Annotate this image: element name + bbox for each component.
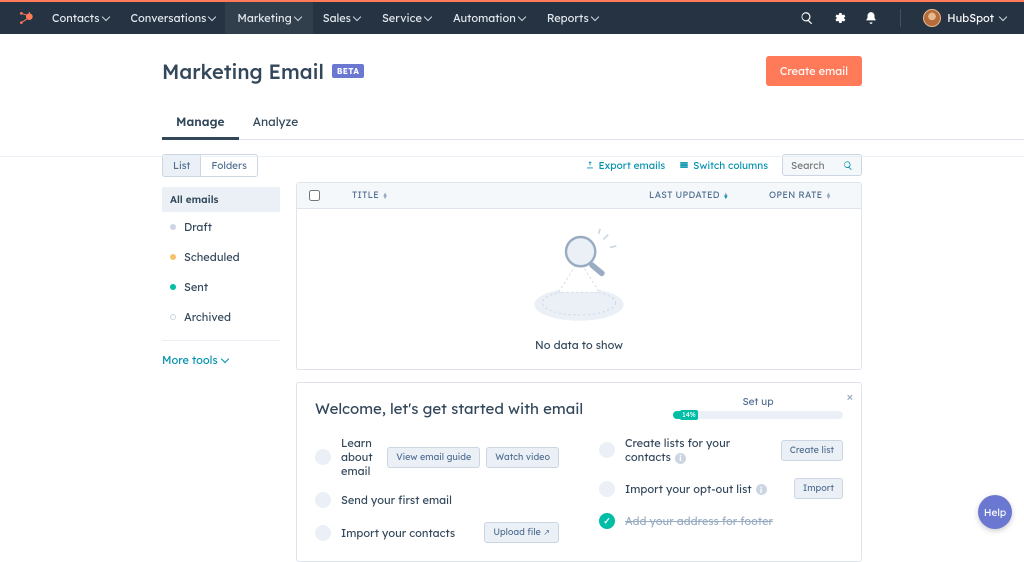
tab-analyze[interactable]: Analyze (239, 104, 313, 139)
chevron-down-icon (518, 12, 526, 20)
task-label: Import your contacts (341, 526, 474, 540)
task-label: Send your first email (341, 493, 559, 507)
nav-item-contacts[interactable]: Contacts (52, 11, 109, 25)
account-menu[interactable]: HubSpot (923, 9, 1006, 27)
sort-icon: ▲▼ (723, 193, 729, 199)
select-all-checkbox[interactable] (309, 190, 320, 201)
col-last-updated[interactable]: LAST UPDATED ▲▼ (649, 190, 769, 201)
col-open-rate[interactable]: OPEN RATE ▲▼ (769, 190, 849, 201)
empty-state-text: No data to show (535, 338, 623, 352)
nav-item-conversations[interactable]: Conversations (131, 11, 216, 25)
more-tools-link[interactable]: More tools (162, 353, 280, 367)
info-icon[interactable]: i (675, 453, 686, 464)
chevron-down-icon (353, 12, 361, 20)
search-field[interactable] (791, 159, 843, 172)
close-icon[interactable]: × (847, 389, 853, 405)
beta-badge: BETA (332, 64, 364, 78)
account-label: HubSpot (947, 11, 994, 25)
filter-archived[interactable]: Archived (162, 302, 280, 332)
search-icon (843, 160, 853, 171)
view-toggle: List Folders (162, 154, 258, 177)
check-empty-icon (315, 525, 331, 541)
setup-label: Set up (673, 395, 843, 408)
task-label: Create lists for your contactsi (625, 436, 771, 464)
task-item: Send your first email (315, 492, 559, 508)
filter-sent[interactable]: Sent (162, 272, 280, 302)
chevron-down-icon (591, 12, 599, 20)
nav-item-automation[interactable]: Automation (453, 11, 525, 25)
chevron-down-icon (101, 12, 109, 20)
empty-state-illustration (514, 226, 644, 326)
hubspot-logo[interactable] (18, 10, 34, 26)
task-action-button[interactable]: Import (794, 478, 843, 499)
tab-manage[interactable]: Manage (162, 104, 239, 139)
task-item: Import your contacts Upload file ↗ (315, 522, 559, 543)
toggle-list[interactable]: List (163, 155, 200, 176)
task-label: Import your opt-out listi (625, 482, 784, 496)
chevron-down-icon (424, 12, 432, 20)
sort-icon: ▲▼ (825, 193, 831, 199)
check-empty-icon (599, 481, 615, 497)
task-action-button[interactable]: Upload file ↗ (484, 522, 559, 543)
switch-columns-link[interactable]: Switch columns (679, 159, 768, 172)
check-empty-icon (315, 449, 331, 465)
check-empty-icon (315, 492, 331, 508)
chevron-down-icon (220, 354, 228, 362)
status-dot (170, 284, 176, 290)
status-dot (170, 254, 176, 260)
filter-draft[interactable]: Draft (162, 212, 280, 242)
col-title[interactable]: TITLE ▲▼ (352, 190, 649, 201)
chevron-down-icon (293, 12, 301, 20)
create-email-button[interactable]: Create email (766, 56, 862, 86)
filter-scheduled[interactable]: Scheduled (162, 242, 280, 272)
status-dot (170, 224, 176, 230)
export-emails-link[interactable]: Export emails (585, 159, 666, 172)
status-dot (170, 314, 176, 320)
nav-item-service[interactable]: Service (382, 11, 431, 25)
chevron-down-icon (999, 12, 1007, 20)
task-action-button[interactable]: Watch video (486, 447, 559, 468)
check-done-icon (599, 513, 615, 529)
nav-item-sales[interactable]: Sales (323, 11, 360, 25)
task-item: Create lists for your contactsi Create li… (599, 436, 843, 464)
check-empty-icon (599, 442, 615, 458)
filter-all-emails[interactable]: All emails (162, 187, 280, 212)
bell-icon[interactable] (864, 11, 878, 25)
gear-icon[interactable] (832, 11, 846, 25)
page-title: Marketing Email (162, 59, 324, 84)
avatar (923, 9, 941, 27)
task-action-button[interactable]: View email guide (387, 447, 480, 468)
task-item: Add your address for footer (599, 513, 843, 529)
toggle-folders[interactable]: Folders (200, 155, 256, 176)
task-label: Learn about email (341, 436, 377, 478)
nav-item-reports[interactable]: Reports (547, 11, 598, 25)
chevron-down-icon (208, 12, 216, 20)
search-input[interactable] (782, 154, 862, 176)
task-item: Import your opt-out listi Import (599, 478, 843, 499)
help-button[interactable]: Help (978, 495, 1012, 529)
task-action-button[interactable]: Create list (781, 440, 843, 461)
info-icon[interactable]: i (756, 484, 767, 495)
sort-icon: ▲▼ (382, 193, 388, 199)
task-item: Learn about email View email guide Watch v… (315, 436, 559, 478)
setup-progress: 14% (673, 411, 843, 419)
task-label: Add your address for footer (625, 514, 843, 528)
nav-item-marketing[interactable]: Marketing (225, 2, 312, 34)
search-icon[interactable] (800, 11, 814, 25)
